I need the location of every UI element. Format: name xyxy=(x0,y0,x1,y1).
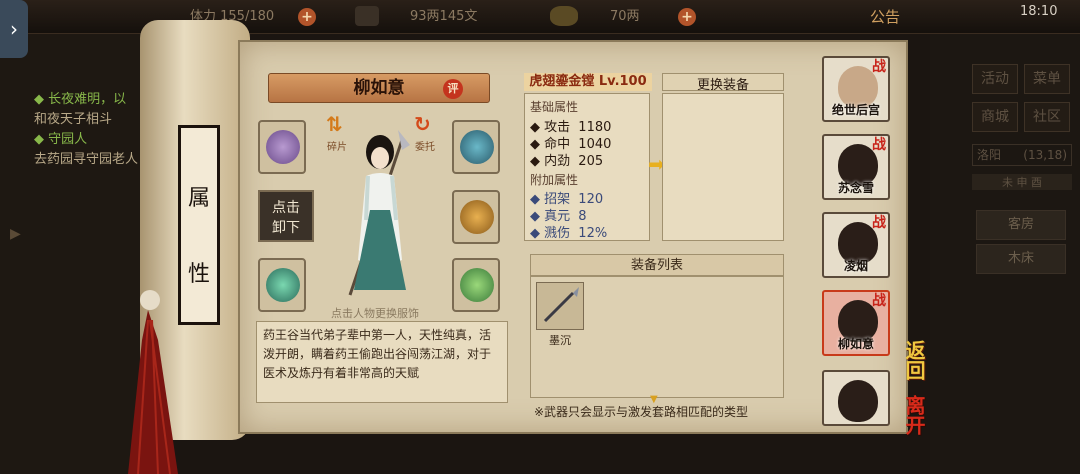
unequip-line-1: 点击 xyxy=(272,200,300,216)
party-member-5[interactable] xyxy=(822,370,890,426)
gloves-icon xyxy=(266,130,300,164)
avatar xyxy=(838,380,878,422)
expand-panel-button[interactable]: › xyxy=(0,0,28,58)
character-figure[interactable] xyxy=(340,110,430,300)
base-stats-title: 基础属性 xyxy=(530,100,579,114)
quest-sub-2: 去药园寻守园老人 xyxy=(34,152,139,167)
quest-title-2[interactable]: ◆ 守园人 xyxy=(34,128,87,147)
leave-button[interactable]: 离开 xyxy=(900,395,929,435)
accessory-icon xyxy=(460,268,494,302)
change-equipment-title: 更换装备 xyxy=(662,73,784,93)
time-bar: 未 申 酉 xyxy=(972,174,1072,190)
equipment-name: 虎翅鎏金镗 Lv.100 xyxy=(524,73,652,91)
rate-button[interactable]: 评 xyxy=(443,79,463,99)
hat-icon xyxy=(460,130,494,164)
side-arrow-icon[interactable]: ▶ xyxy=(10,226,21,242)
location-coords: (13,18) xyxy=(1023,148,1067,162)
community-button[interactable]: 社区 xyxy=(1024,102,1070,132)
quest-sub-1: 和夜天子相斗 xyxy=(34,112,113,127)
notice-button[interactable]: 公告 xyxy=(870,6,900,27)
slot-ring[interactable] xyxy=(258,258,306,312)
quest-title-1[interactable]: ◆ 长夜难明，以 xyxy=(34,88,126,107)
clock: 18:10 xyxy=(1020,4,1058,19)
slot-hat[interactable] xyxy=(452,120,500,174)
tassel-icon xyxy=(128,290,178,474)
add-gold-button[interactable]: + xyxy=(678,8,696,26)
change-equipment-box[interactable] xyxy=(662,93,784,241)
money-icon xyxy=(355,6,379,26)
character-description: 药王谷当代弟子辈中第一人，天性纯真，活泼开朗，瞒着药王偷跑出谷闯荡江湖，对于医术… xyxy=(256,321,508,403)
location-box: 洛阳 (13,18) xyxy=(972,144,1072,166)
unequip-line-2: 卸下 xyxy=(272,220,300,236)
slot-armor[interactable] xyxy=(452,190,500,244)
change-outfit-hint: 点击人物更换服饰 xyxy=(331,307,419,320)
unequip-button[interactable]: 点击 卸下 xyxy=(258,190,314,242)
menu-button[interactable]: 菜单 xyxy=(1024,64,1070,94)
battle-badge-1: 战 xyxy=(872,59,886,75)
slot-gloves[interactable] xyxy=(258,120,306,174)
activity-button[interactable]: 活动 xyxy=(972,64,1018,94)
gold-label: 70两 xyxy=(610,9,640,24)
gold-ingot-icon xyxy=(550,6,578,26)
ring-icon xyxy=(266,268,300,302)
back-button[interactable]: 返回 xyxy=(900,340,929,380)
armor-icon xyxy=(460,200,494,234)
spear-icon xyxy=(543,287,579,323)
battle-badge-3: 战 xyxy=(872,215,886,231)
money-label: 93两145文 xyxy=(410,9,478,24)
equipment-item-mochen[interactable] xyxy=(536,282,584,330)
add-stamina-button[interactable]: + xyxy=(298,8,316,26)
location-name: 洛阳 xyxy=(977,148,1002,162)
scroll-char-1: 属 xyxy=(187,186,210,211)
extra-stats-title: 附加属性 xyxy=(530,173,579,187)
equipment-list-title: 装备列表 xyxy=(530,254,784,276)
stat-splash: ◆ 溅伤 12% xyxy=(530,226,608,241)
room-guestroom[interactable]: 客房 xyxy=(976,210,1066,240)
weapon-note: ※武器只会显示与激发套路相匹配的类型 xyxy=(534,405,749,419)
shop-button[interactable]: 商城 xyxy=(972,102,1018,132)
battle-badge-2: 战 xyxy=(872,137,886,153)
stat-inner: ◆ 内劲 205 xyxy=(530,154,604,169)
equipment-item-name: 墨沉 xyxy=(549,334,571,347)
slot-accessory[interactable] xyxy=(452,258,500,312)
battle-badge-4: 战 xyxy=(872,293,886,309)
room-woodbed[interactable]: 木床 xyxy=(976,244,1066,274)
